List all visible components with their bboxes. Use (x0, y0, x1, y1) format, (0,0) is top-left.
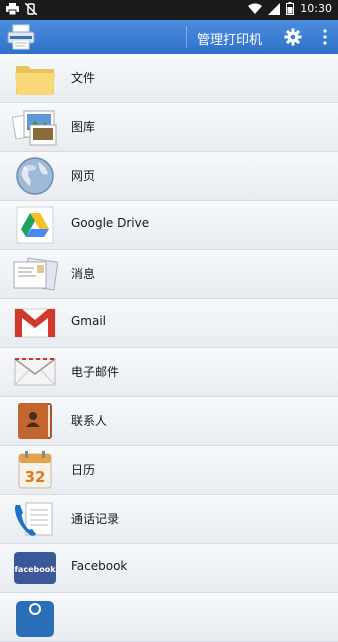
manage-printers-button[interactable]: 管理打印机 (197, 29, 262, 48)
list-item-gallery[interactable]: 图库 (0, 103, 338, 152)
list-item-label: 联系人 (71, 414, 108, 428)
list-item-label: 文件 (71, 71, 96, 85)
list-item-gmail[interactable]: Gmail (0, 299, 338, 348)
list-item-label: 消息 (71, 267, 96, 281)
printer-app-logo[interactable] (6, 24, 36, 50)
calendar-icon: 32 (18, 451, 52, 489)
list-item-label: 图库 (71, 120, 96, 134)
contacts-icon (18, 403, 52, 439)
list-item-label: Gmail (71, 314, 107, 328)
list-item-label: 日历 (71, 463, 96, 477)
status-bar: 10:30 (0, 0, 338, 20)
wifi-icon (248, 3, 263, 14)
gear-icon[interactable] (284, 28, 302, 46)
google-drive-icon (16, 206, 54, 244)
call-log-icon (15, 502, 53, 536)
list-item-facebook[interactable]: facebook Facebook (0, 544, 338, 593)
list-item-calendar[interactable]: 32 日历 (0, 446, 338, 495)
folder-icon (15, 66, 55, 95)
source-list: 文件 图库 网页 Google Drive 消息 Gmail 电子邮件 联系人 … (0, 54, 338, 642)
list-item-label: 通话记录 (71, 512, 120, 526)
facebook-logo-text: facebook (14, 565, 56, 574)
globe-icon (16, 157, 54, 195)
messages-icon (13, 257, 58, 291)
partial-item-icon (16, 601, 54, 637)
email-icon (14, 358, 56, 386)
battery-icon (286, 2, 295, 15)
signal-icon (268, 2, 281, 15)
print-icon (6, 3, 19, 15)
vibrate-off-icon (25, 3, 37, 15)
list-item-contacts[interactable]: 联系人 (0, 397, 338, 446)
list-item-messages[interactable]: 消息 (0, 250, 338, 299)
list-item-call-log[interactable]: 通话记录 (0, 495, 338, 544)
facebook-icon: facebook (14, 552, 56, 584)
app-bar-divider (186, 26, 187, 48)
app-bar: 管理打印机 (0, 20, 338, 54)
list-item-web[interactable]: 网页 (0, 152, 338, 201)
gmail-icon (14, 308, 56, 338)
list-item-label: Google Drive (71, 216, 150, 230)
overflow-menu-icon[interactable] (322, 28, 328, 46)
list-item-label: 网页 (71, 169, 96, 183)
calendar-day: 32 (25, 468, 46, 486)
list-item-next-partial[interactable] (0, 593, 338, 642)
list-item-files[interactable]: 文件 (0, 54, 338, 103)
list-item-label: 电子邮件 (71, 365, 120, 379)
status-time: 10:30 (300, 2, 332, 15)
list-item-google-drive[interactable]: Google Drive (0, 201, 338, 250)
list-item-label: Facebook (71, 559, 128, 573)
gallery-icon (12, 110, 57, 146)
list-item-email[interactable]: 电子邮件 (0, 348, 338, 397)
